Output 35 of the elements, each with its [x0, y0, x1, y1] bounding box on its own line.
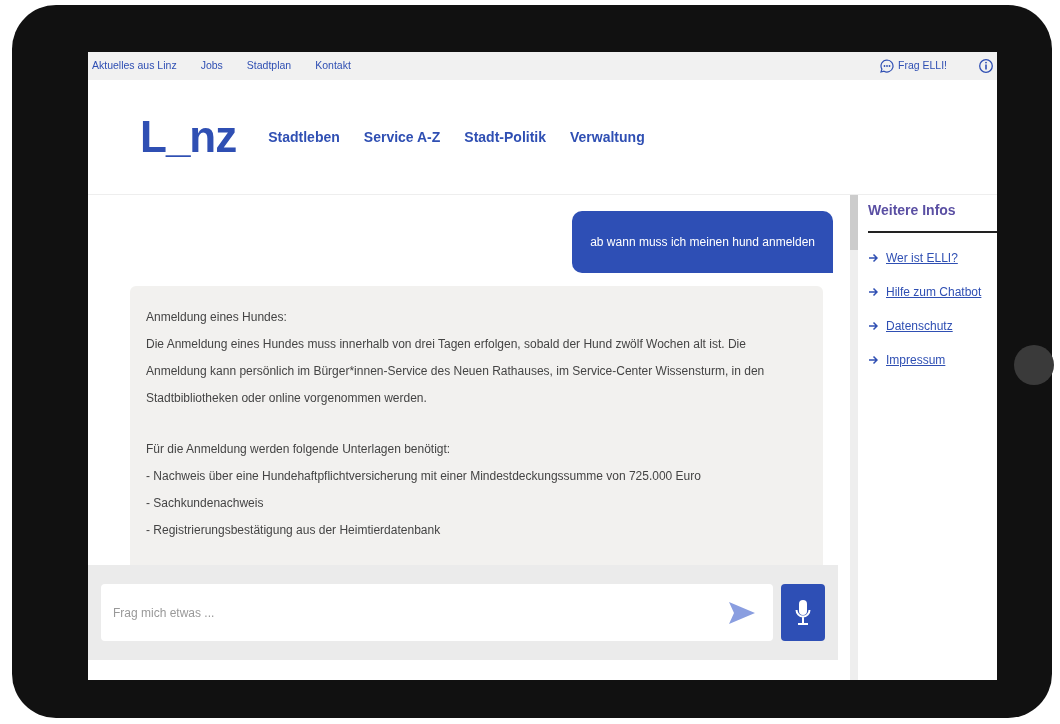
home-button[interactable]: [1014, 345, 1054, 385]
message-text: - Nachweis über eine Hundehaftpflichtversicherung mit einer Mindestdeckungssumme von 725.000 Euro: [146, 468, 702, 485]
message-text: Anmeldung eines Hundes:: [146, 309, 288, 326]
main-nav-link[interactable]: Verwaltung: [570, 126, 645, 148]
message-text: - Registrierungsbestätigung aus der Heimtierdatenbank: [146, 522, 442, 539]
arrow-right-icon: [868, 287, 878, 297]
sidebar-link[interactable]: Hilfe zum Chatbot: [886, 283, 982, 301]
user-message: ab wann muss ich meinen hund anmelden: [572, 211, 833, 273]
main-nav-link[interactable]: Stadtleben: [268, 126, 340, 148]
scrollbar-thumb[interactable]: [850, 195, 858, 250]
message-input-field[interactable]: Frag mich etwas ...: [101, 584, 773, 641]
frag-elli-link[interactable]: Frag ELLI!: [879, 58, 947, 74]
arrow-right-icon: [868, 321, 878, 331]
send-icon: [728, 601, 756, 625]
sidebar-link[interactable]: Impressum: [886, 351, 946, 369]
sidebar-link[interactable]: Datenschutz: [886, 317, 953, 335]
message-text: Für die Anmeldung werden folgende Unterlagen benötigt:: [146, 441, 452, 458]
sidebar-title: Weitere Infos: [868, 195, 997, 233]
send-button[interactable]: [728, 601, 756, 625]
sidebar-link[interactable]: Wer ist ELLI?: [886, 249, 958, 267]
main-nav-link[interactable]: Stadt-Politik: [464, 126, 546, 148]
info-icon[interactable]: [979, 57, 993, 75]
top-link[interactable]: Jobs: [200, 58, 223, 74]
arrow-right-icon: [868, 253, 878, 263]
top-link[interactable]: Aktuelles aus Linz: [92, 58, 177, 74]
message-text: Die Anmeldung eines Hundes muss innerhalb von drei Tagen erfolgen, sobald der Hund zwölf Wochen alt ist. Die Anmeldung kann persönlich im Bürger*innen-Service des Neuen Rathauses, im Service-Center Wissensturm, in den Stadtbibliotheken oder online vorgenommen werden.: [146, 336, 766, 407]
microphone-button[interactable]: [781, 584, 825, 641]
microphone-icon: [795, 598, 811, 627]
arrow-right-icon: [868, 355, 878, 365]
message-text: - Sachkundenachweis: [146, 495, 265, 512]
top-link[interactable]: Stadtplan: [246, 58, 292, 74]
main-nav-link[interactable]: Service A-Z: [363, 126, 441, 148]
site-logo[interactable]: L_nz: [140, 104, 237, 170]
chat-bubble-icon: [879, 59, 894, 73]
top-link[interactable]: Kontakt: [315, 58, 351, 74]
